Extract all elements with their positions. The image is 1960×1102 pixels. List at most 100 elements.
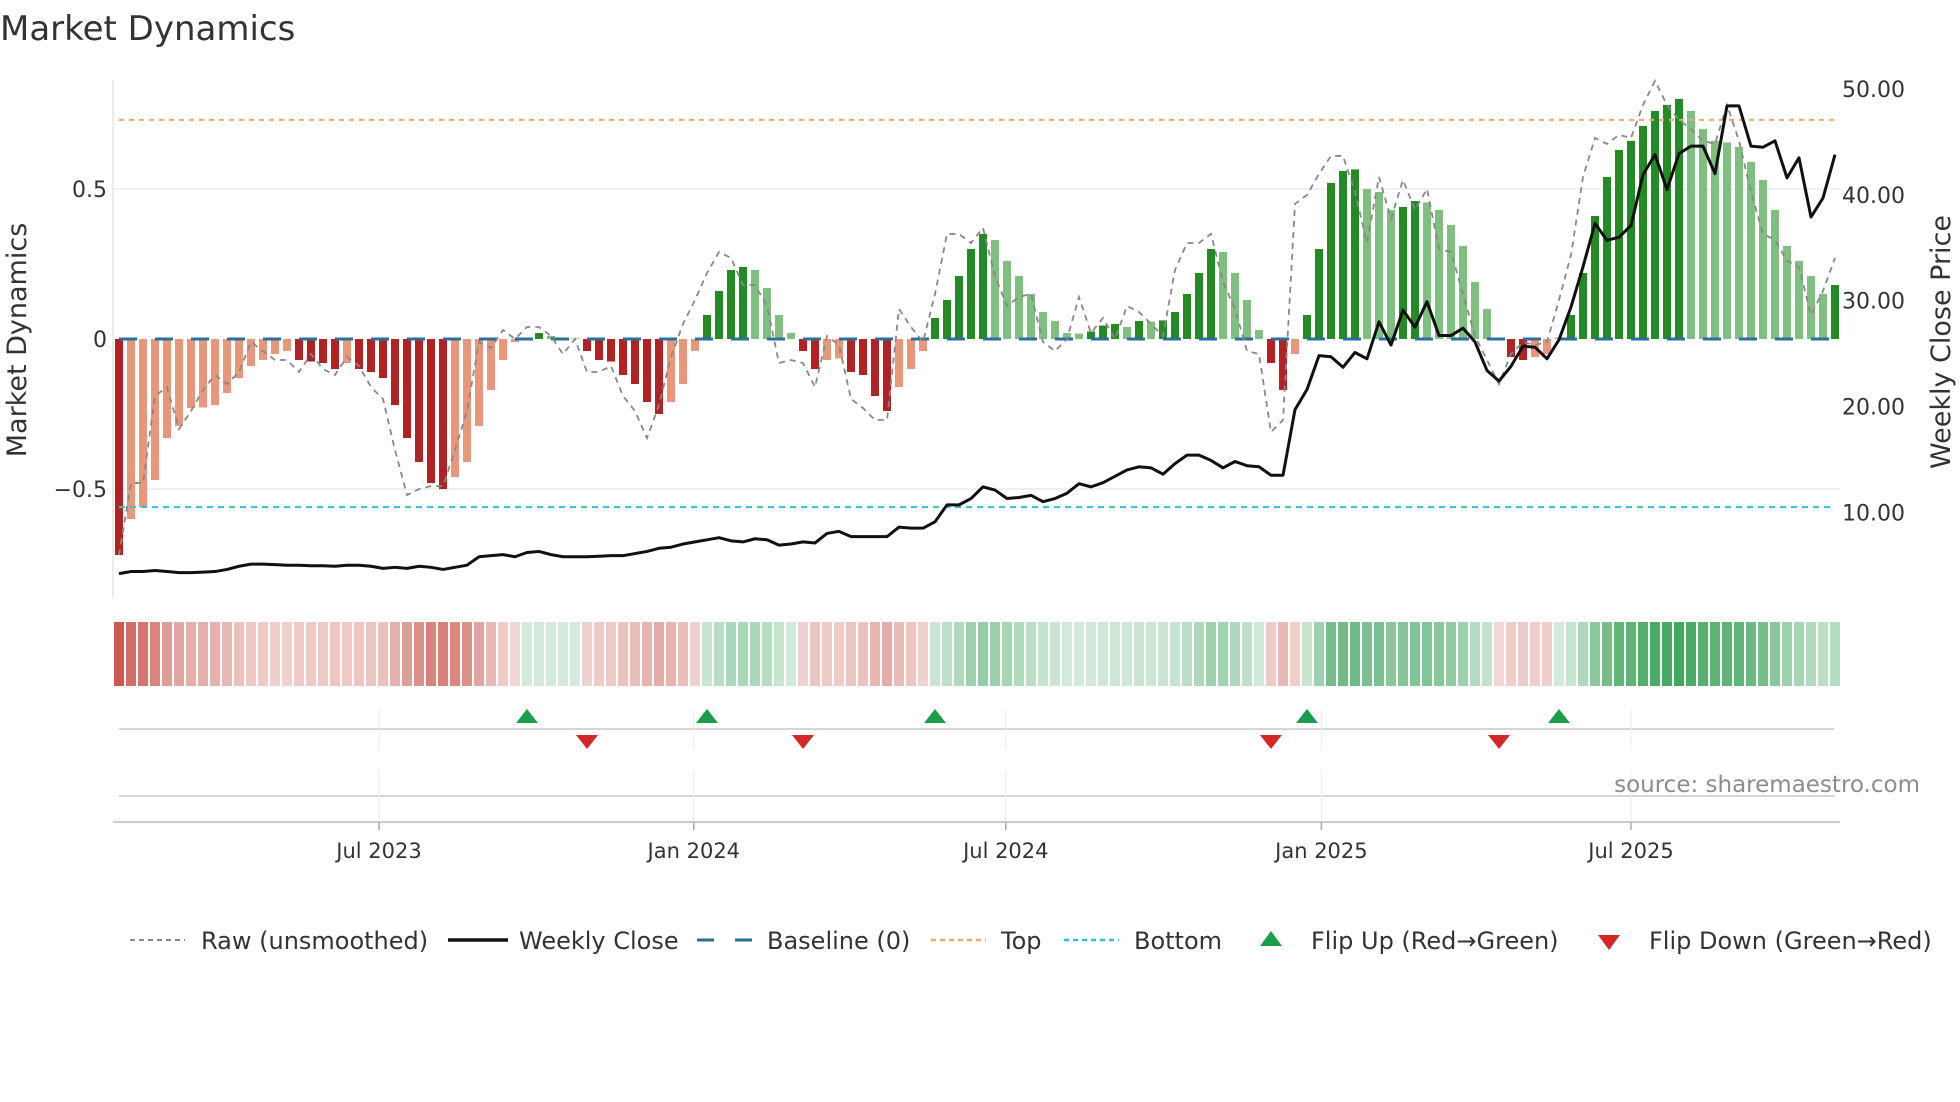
strip-cell	[198, 622, 208, 686]
strip-cell	[990, 622, 1000, 686]
legend-top-label: Top	[1000, 927, 1042, 955]
momentum-bar	[895, 339, 903, 388]
momentum-bar	[727, 269, 735, 339]
momentum-bar	[1123, 326, 1131, 339]
momentum-bar	[1651, 110, 1659, 340]
strip-cell	[282, 622, 292, 686]
legend-baseline-label: Baseline (0)	[767, 927, 910, 955]
strip-cell	[978, 622, 988, 686]
momentum-bar	[667, 339, 675, 403]
x-axis: Jul 2023 Jan 2024 Jul 2024 Jan 2025 Jul 2025	[113, 821, 1840, 863]
strip-cell	[870, 622, 880, 686]
strip-cell	[1770, 622, 1780, 686]
strip-cell	[366, 622, 376, 686]
momentum-bar	[1663, 104, 1671, 340]
momentum-bar	[979, 233, 987, 339]
momentum-bar	[943, 299, 951, 339]
strip-cell	[450, 622, 460, 686]
strip-cell	[678, 622, 688, 686]
momentum-bar	[379, 339, 387, 379]
strip-cell	[1098, 622, 1108, 686]
strip-cell	[1626, 622, 1636, 686]
strip-cell	[1326, 622, 1336, 686]
strip-cell	[162, 622, 172, 686]
strip-cell	[762, 622, 772, 686]
strip-cell	[1554, 622, 1564, 686]
strip-cell	[378, 622, 388, 686]
momentum-bar	[391, 339, 399, 406]
momentum-bar	[643, 339, 651, 403]
momentum-bar	[1423, 202, 1431, 339]
flip-markers-panel	[119, 709, 1834, 822]
momentum-bar	[1327, 182, 1335, 339]
momentum-bar	[1015, 275, 1023, 339]
strip-cell	[726, 622, 736, 686]
strip-cell	[1398, 622, 1408, 686]
x-tick-label: Jan 2025	[1273, 839, 1368, 863]
momentum-bar	[739, 266, 747, 339]
legend-bottom-label: Bottom	[1134, 927, 1222, 955]
strip-cell	[318, 622, 328, 686]
momentum-bar	[991, 239, 999, 339]
momentum-bar	[307, 339, 315, 362]
strip-cell	[1806, 622, 1816, 686]
right-axis-label: Weekly Close Price	[1926, 215, 1957, 469]
momentum-bar	[967, 248, 975, 339]
strip-cell	[1758, 622, 1768, 686]
strip-cell	[1314, 622, 1324, 686]
strip-cell	[594, 622, 604, 686]
momentum-bar	[127, 339, 135, 520]
left-y-ticks: 0.5 0 −0.5	[54, 178, 107, 503]
x-tick-label: Jul 2024	[961, 839, 1048, 863]
strip-cell	[954, 622, 964, 686]
strip-cell	[1278, 622, 1288, 686]
strip-cell	[738, 622, 748, 686]
strip-cell	[1422, 622, 1432, 686]
strip-cell	[1614, 622, 1624, 686]
legend-close-label: Weekly Close	[519, 927, 679, 955]
strip-cell	[1698, 622, 1708, 686]
strip-cell	[114, 622, 124, 686]
momentum-bar	[211, 339, 219, 406]
strip-cell	[150, 622, 160, 686]
strip-cell	[1134, 622, 1144, 686]
flip-down-marker	[792, 735, 814, 749]
momentum-bar	[751, 269, 759, 339]
momentum-bar	[1291, 339, 1299, 355]
strip-cell	[1350, 622, 1360, 686]
momentum-bar	[1579, 272, 1587, 339]
momentum-bar	[775, 314, 783, 339]
strip-cell	[1158, 622, 1168, 686]
momentum-bar	[1135, 320, 1143, 339]
strip-cell	[1794, 622, 1804, 686]
source-label: source: sharemaestro.com	[1614, 772, 1920, 798]
momentum-bar	[1675, 98, 1683, 339]
momentum-bar	[1819, 293, 1827, 339]
strip-cell	[438, 622, 448, 686]
strip-cell	[258, 622, 268, 686]
strip-cell	[462, 622, 472, 686]
momentum-bar	[1471, 281, 1479, 339]
left-axis-label: Market Dynamics	[2, 223, 33, 458]
momentum-bar	[1099, 325, 1107, 339]
momentum-bar	[1183, 293, 1191, 339]
momentum-bar	[955, 275, 963, 339]
strip-cell	[1206, 622, 1216, 686]
strip-cell	[654, 622, 664, 686]
strip-cell	[1578, 622, 1588, 686]
momentum-bar	[1339, 170, 1347, 339]
momentum-bar	[475, 339, 483, 427]
momentum-bar	[631, 339, 639, 385]
strip-cell	[1002, 622, 1012, 686]
strip-cell	[1338, 622, 1348, 686]
right-y-ticks: 50.00 40.00 30.00 20.00 10.00	[1842, 78, 1905, 526]
strip-cell	[294, 622, 304, 686]
strip-cell	[1230, 622, 1240, 686]
flip-up-marker	[1296, 709, 1318, 723]
strip-cell	[1710, 622, 1720, 686]
strip-cell	[330, 622, 340, 686]
right-y-tick-label: 20.00	[1842, 395, 1905, 420]
strip-cell	[306, 622, 316, 686]
strip-cell	[1302, 622, 1312, 686]
strip-cell	[1146, 622, 1156, 686]
